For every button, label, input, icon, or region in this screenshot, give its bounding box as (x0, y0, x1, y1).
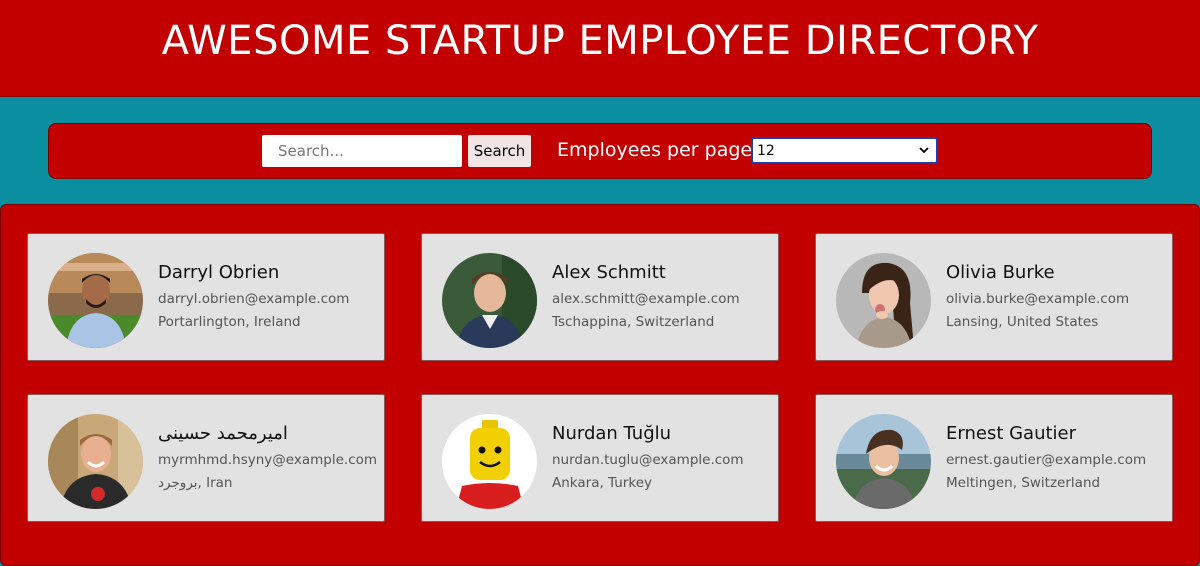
employee-location: بروجرد, Iran (158, 475, 233, 491)
employee-card[interactable]: Nurdan Tuğlu nurdan.tuglu@example.com An… (421, 394, 779, 522)
employee-name: Darryl Obrien (158, 262, 280, 283)
employee-email: ernest.gautier@example.com (946, 452, 1147, 468)
employee-card[interactable]: Alex Schmitt alex.schmitt@example.com Ts… (421, 233, 779, 361)
employee-avatar (836, 414, 931, 509)
page-header: AWESOME STARTUP EMPLOYEE DIRECTORY (0, 0, 1200, 97)
employee-email: alex.schmitt@example.com (552, 291, 740, 307)
employee-location: Lansing, United States (946, 314, 1099, 330)
per-page-select[interactable]: 12 (751, 137, 938, 164)
employee-avatar (442, 253, 537, 348)
employee-name: Nurdan Tuğlu (552, 423, 672, 444)
employee-email: darryl.obrien@example.com (158, 291, 350, 307)
employee-location: Meltingen, Switzerland (946, 475, 1101, 491)
employee-name: Ernest Gautier (946, 423, 1077, 444)
employee-card[interactable]: Olivia Burke olivia.burke@example.com La… (815, 233, 1173, 361)
search-input[interactable] (262, 135, 462, 167)
employee-name: Alex Schmitt (552, 262, 666, 283)
employee-name: امیرمحمد حسینی (158, 423, 288, 444)
employee-card[interactable]: Ernest Gautier ernest.gautier@example.co… (815, 394, 1173, 522)
search-button[interactable]: Search (468, 135, 531, 167)
employee-card[interactable]: Darryl Obrien darryl.obrien@example.com … (27, 233, 385, 361)
employee-card[interactable]: امیرمحمد حسینی myrmhmd.hsyny@example.com… (27, 394, 385, 522)
employee-email: nurdan.tuglu@example.com (552, 452, 744, 468)
per-page-label: Employees per page (557, 139, 753, 161)
employee-name: Olivia Burke (946, 262, 1055, 283)
employee-email: olivia.burke@example.com (946, 291, 1130, 307)
per-page-value: 12 (757, 142, 775, 159)
employee-avatar (48, 414, 143, 509)
employee-email: myrmhmd.hsyny@example.com (158, 452, 378, 468)
chevron-down-icon (918, 143, 930, 160)
employee-location: Ankara, Turkey (552, 475, 652, 491)
employee-avatar (442, 414, 537, 509)
employee-location: Tschappina, Switzerland (552, 314, 715, 330)
employee-location: Portarlington, Ireland (158, 314, 301, 330)
page-title: AWESOME STARTUP EMPLOYEE DIRECTORY (161, 18, 1039, 64)
employee-avatar (48, 253, 143, 348)
employee-avatar (836, 253, 931, 348)
employee-grid: Darryl Obrien darryl.obrien@example.com … (0, 204, 1200, 566)
search-toolbar: Search Employees per page 12 (48, 123, 1152, 179)
